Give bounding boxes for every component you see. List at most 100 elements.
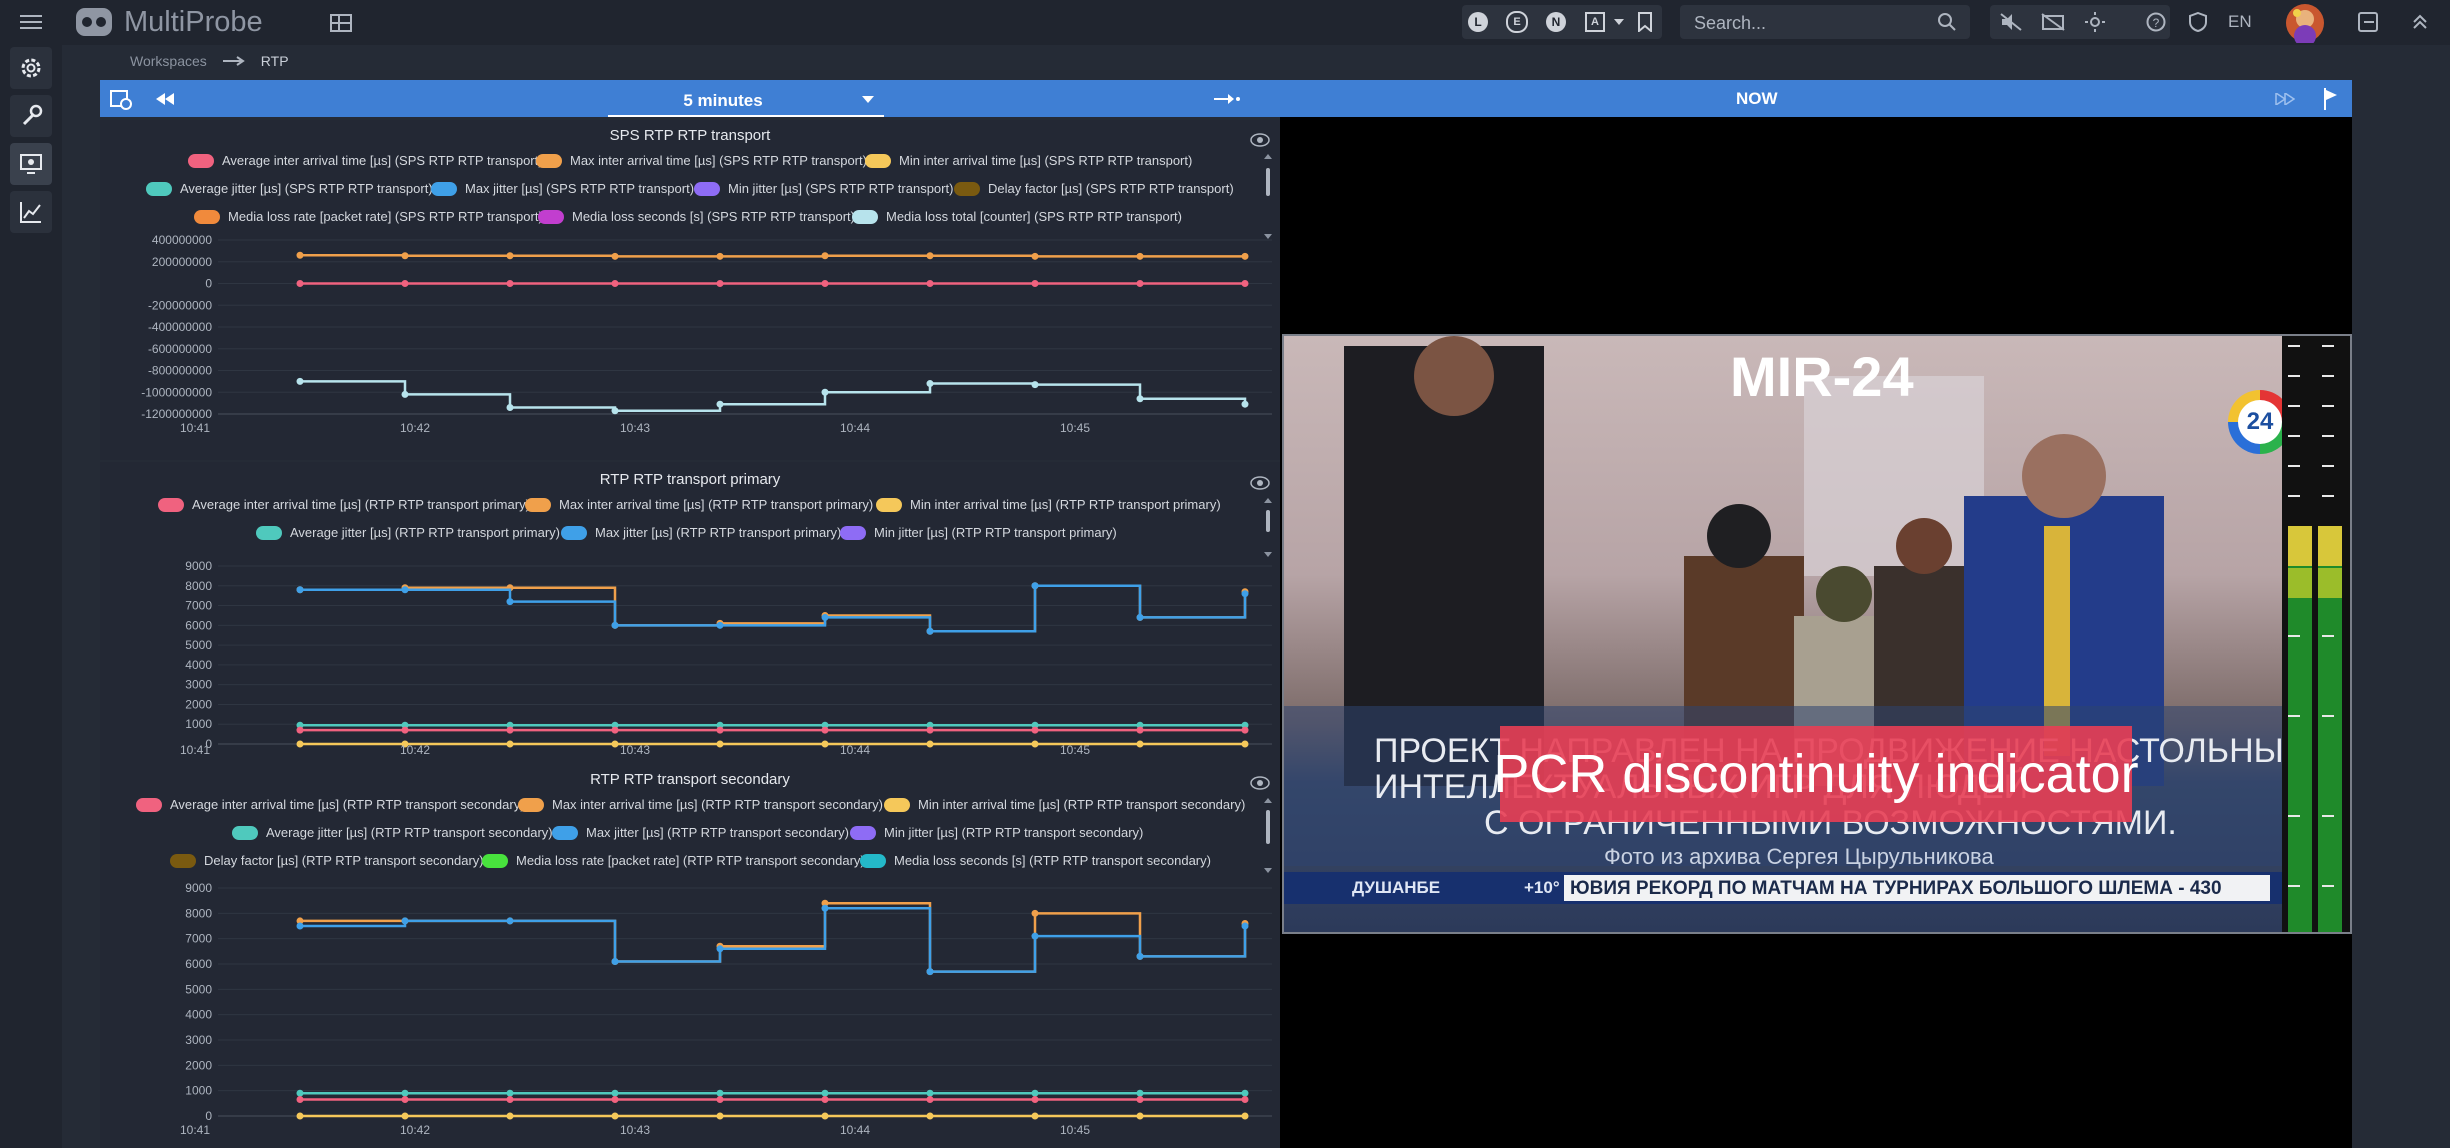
data-point[interactable] bbox=[611, 252, 619, 260]
workspaces-grid-icon[interactable] bbox=[324, 10, 358, 36]
legend-item[interactable]: Average inter arrival time [µs] (SPS RTP… bbox=[188, 153, 543, 168]
data-point[interactable] bbox=[1136, 740, 1144, 748]
data-point[interactable] bbox=[821, 1112, 829, 1120]
data-point[interactable] bbox=[506, 598, 514, 606]
data-point[interactable] bbox=[716, 252, 724, 260]
data-point[interactable] bbox=[1031, 726, 1039, 734]
visibility-eye-icon[interactable] bbox=[1248, 472, 1272, 494]
data-point[interactable] bbox=[716, 945, 724, 953]
legend-item[interactable]: Min inter arrival time [µs] (SPS RTP RTP… bbox=[865, 153, 1192, 168]
brightness-icon[interactable] bbox=[2080, 10, 2110, 34]
data-point[interactable] bbox=[296, 1096, 304, 1104]
rewind-icon[interactable] bbox=[152, 88, 178, 110]
data-point[interactable] bbox=[716, 280, 724, 287]
data-point[interactable] bbox=[716, 400, 724, 408]
data-point[interactable] bbox=[296, 1089, 304, 1097]
sound-muted-icon[interactable] bbox=[1996, 10, 2026, 34]
data-point[interactable] bbox=[296, 1112, 304, 1120]
sidebar-monitor-button[interactable] bbox=[10, 143, 52, 185]
data-point[interactable] bbox=[926, 380, 934, 388]
data-point[interactable] bbox=[506, 726, 514, 734]
legend-item[interactable]: Min jitter [µs] (RTP RTP transport secon… bbox=[850, 825, 1143, 840]
data-point[interactable] bbox=[506, 403, 514, 411]
data-point[interactable] bbox=[401, 1096, 409, 1104]
data-point[interactable] bbox=[926, 280, 934, 287]
data-point[interactable] bbox=[821, 1089, 829, 1097]
data-point[interactable] bbox=[716, 1089, 724, 1097]
data-point[interactable] bbox=[296, 280, 304, 287]
security-shield-icon[interactable] bbox=[2184, 10, 2212, 34]
filter-e-toggle[interactable]: E bbox=[1504, 10, 1530, 34]
data-point[interactable] bbox=[611, 621, 619, 629]
legend-item[interactable]: Average inter arrival time [µs] (RTP RTP… bbox=[158, 497, 530, 512]
data-point[interactable] bbox=[1031, 1089, 1039, 1097]
data-point[interactable] bbox=[401, 586, 409, 594]
data-point[interactable] bbox=[926, 968, 934, 976]
data-point[interactable] bbox=[1136, 280, 1144, 287]
filter-dropdown-caret-icon[interactable] bbox=[1612, 14, 1626, 30]
data-point[interactable] bbox=[296, 726, 304, 734]
legend-item[interactable]: Delay factor [µs] (SPS RTP RTP transport… bbox=[954, 181, 1234, 196]
data-point[interactable] bbox=[1031, 252, 1039, 260]
language-selector[interactable]: EN bbox=[2228, 12, 2252, 32]
data-point[interactable] bbox=[1031, 1112, 1039, 1120]
data-point[interactable] bbox=[926, 1089, 934, 1097]
search-icon[interactable] bbox=[1936, 11, 1958, 33]
data-point[interactable] bbox=[821, 726, 829, 734]
data-point[interactable] bbox=[821, 280, 829, 287]
legend-item[interactable]: Max inter arrival time [µs] (RTP RTP tra… bbox=[525, 497, 873, 512]
legend-item[interactable]: Media loss seconds [s] (SPS RTP RTP tran… bbox=[538, 209, 855, 224]
data-point[interactable] bbox=[1241, 1089, 1249, 1097]
data-point[interactable] bbox=[1136, 1112, 1144, 1120]
filter-a-toggle[interactable]: A bbox=[1582, 10, 1608, 34]
data-point[interactable] bbox=[611, 1112, 619, 1120]
data-point[interactable] bbox=[1136, 613, 1144, 621]
legend-item[interactable]: Max jitter [µs] (RTP RTP transport prima… bbox=[561, 525, 841, 540]
data-point[interactable] bbox=[1241, 590, 1249, 598]
data-point[interactable] bbox=[716, 1096, 724, 1104]
data-point[interactable] bbox=[821, 252, 829, 260]
data-point[interactable] bbox=[1136, 952, 1144, 960]
legend-item[interactable]: Average inter arrival time [µs] (RTP RTP… bbox=[136, 797, 525, 812]
data-point[interactable] bbox=[296, 251, 304, 259]
data-point[interactable] bbox=[506, 1112, 514, 1120]
data-point[interactable] bbox=[1241, 252, 1249, 260]
data-point[interactable] bbox=[1241, 400, 1249, 408]
data-point[interactable] bbox=[401, 1089, 409, 1097]
data-point[interactable] bbox=[926, 252, 934, 260]
data-point[interactable] bbox=[1136, 726, 1144, 734]
data-point[interactable] bbox=[401, 280, 409, 287]
data-point[interactable] bbox=[506, 917, 514, 925]
fast-forward-icon[interactable] bbox=[2272, 88, 2298, 110]
data-point[interactable] bbox=[401, 390, 409, 398]
legend-item[interactable]: Average jitter [µs] (RTP RTP transport p… bbox=[256, 525, 560, 540]
data-point[interactable] bbox=[1136, 395, 1144, 403]
data-point[interactable] bbox=[1031, 582, 1039, 590]
video-preview-panel[interactable]: MIR-24 24 ПРОЕКТ НАПРАВЛЕН НА ПРОДВИЖЕНИ… bbox=[1280, 117, 2352, 1148]
data-point[interactable] bbox=[716, 726, 724, 734]
data-point[interactable] bbox=[611, 726, 619, 734]
data-point[interactable] bbox=[1241, 922, 1249, 930]
legend-item[interactable]: Min jitter [µs] (SPS RTP RTP transport) bbox=[694, 181, 953, 196]
jump-to-end-icon[interactable] bbox=[1212, 88, 1242, 110]
sidebar-settings-button[interactable] bbox=[10, 47, 52, 89]
legend-scrollbar[interactable] bbox=[1263, 154, 1273, 240]
data-point[interactable] bbox=[1241, 280, 1249, 287]
user-avatar[interactable] bbox=[2284, 2, 2326, 44]
data-point[interactable] bbox=[821, 388, 829, 396]
data-point[interactable] bbox=[716, 621, 724, 629]
data-point[interactable] bbox=[1031, 280, 1039, 287]
data-point[interactable] bbox=[821, 613, 829, 621]
data-point[interactable] bbox=[401, 917, 409, 925]
data-point[interactable] bbox=[296, 922, 304, 930]
legend-item[interactable]: Average jitter [µs] (RTP RTP transport s… bbox=[232, 825, 553, 840]
legend-item[interactable]: Average jitter [µs] (SPS RTP RTP transpo… bbox=[146, 181, 433, 196]
legend-item[interactable]: Min inter arrival time [µs] (RTP RTP tra… bbox=[884, 797, 1245, 812]
data-point[interactable] bbox=[926, 1112, 934, 1120]
export-icon[interactable] bbox=[2354, 10, 2382, 34]
data-point[interactable] bbox=[926, 726, 934, 734]
calendar-clock-icon[interactable] bbox=[108, 86, 134, 112]
bookmark-icon[interactable] bbox=[1632, 10, 1658, 34]
data-point[interactable] bbox=[926, 740, 934, 748]
data-point[interactable] bbox=[1031, 932, 1039, 940]
